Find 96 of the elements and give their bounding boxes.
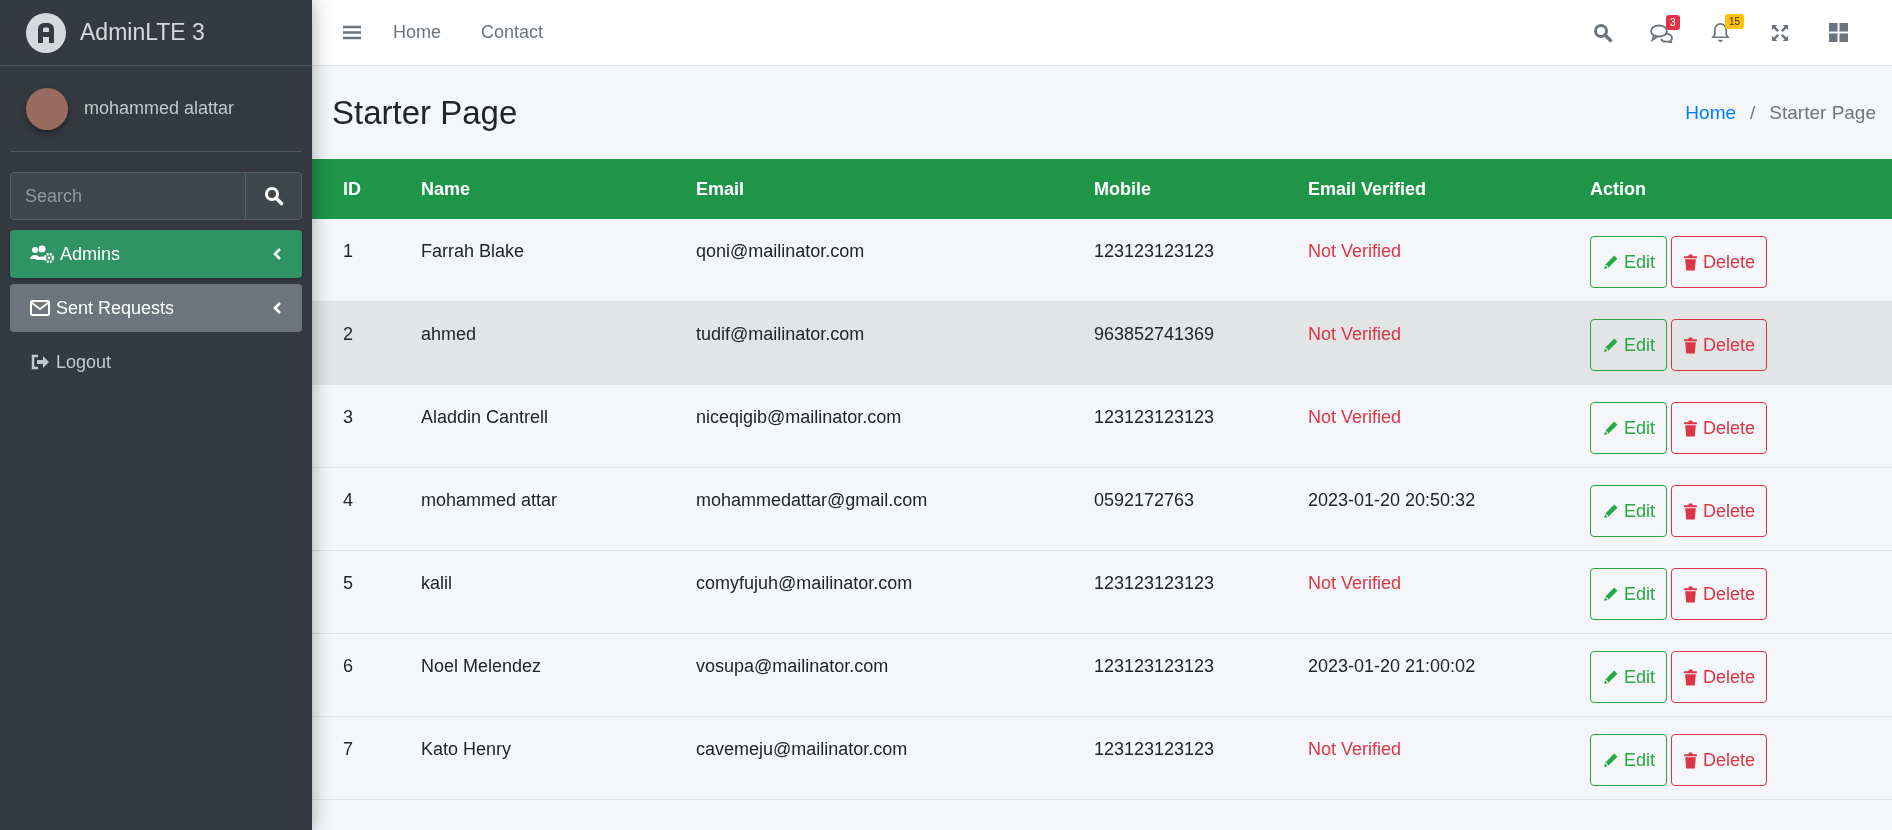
table-cell-text: mohammedattar@gmail.com bbox=[696, 489, 929, 511]
table-cell-text: 123123123123 bbox=[1094, 655, 1216, 677]
trash-icon bbox=[1683, 668, 1699, 686]
user-name[interactable]: mohammed alattar bbox=[84, 98, 235, 119]
table-cell-text: Farrah Blake bbox=[421, 240, 526, 262]
edit-button[interactable]: Edit bbox=[1590, 319, 1668, 371]
table-cell-text: 5 bbox=[343, 572, 354, 594]
table-cell-text: vosupa@mailinator.com bbox=[696, 655, 890, 677]
verification-status: 2023-01-20 20:50:32 bbox=[1308, 489, 1477, 511]
column-header: Action bbox=[1590, 178, 1647, 200]
table-cell-text: 963852741369 bbox=[1094, 323, 1216, 345]
count-badge: 15 bbox=[1725, 14, 1745, 29]
delete-button[interactable]: Delete bbox=[1671, 319, 1768, 371]
search-icon[interactable] bbox=[1592, 22, 1613, 43]
table-cell-text: Noel Melendez bbox=[421, 655, 543, 677]
breadcrumb-current: Starter Page bbox=[1769, 101, 1876, 124]
edit-button[interactable]: Edit bbox=[1590, 568, 1668, 620]
column-header: ID bbox=[343, 178, 362, 200]
table-cell-text: ahmed bbox=[421, 323, 478, 345]
pencil-icon bbox=[1602, 419, 1619, 437]
table-cell-text: 123123123123 bbox=[1094, 240, 1216, 262]
table-cell-text: Aladdin Cantrell bbox=[421, 406, 550, 428]
verification-status: Not Verified bbox=[1308, 240, 1403, 262]
table-cell-text: comyfujuh@mailinator.com bbox=[696, 572, 914, 594]
table-cell-text: 4 bbox=[343, 489, 354, 511]
pencil-icon bbox=[1602, 668, 1619, 686]
edit-button[interactable]: Edit bbox=[1590, 485, 1668, 537]
table-cell-text: 3 bbox=[343, 406, 354, 428]
table-cell-text: Kato Henry bbox=[421, 738, 513, 760]
nav-link[interactable]: Contact bbox=[481, 22, 544, 43]
avatar bbox=[26, 87, 68, 130]
nav-link[interactable]: Home bbox=[393, 22, 441, 43]
delete-button[interactable]: Delete bbox=[1671, 568, 1768, 620]
delete-button[interactable]: Delete bbox=[1671, 485, 1768, 537]
breadcrumb-separator: / bbox=[1750, 101, 1756, 124]
edit-button[interactable]: Edit bbox=[1590, 236, 1668, 288]
table-cell-text: tudif@mailinator.com bbox=[696, 323, 866, 345]
pencil-icon bbox=[1602, 253, 1619, 271]
search-field[interactable]: Search bbox=[10, 172, 302, 220]
envelope-icon bbox=[30, 300, 50, 316]
trash-icon bbox=[1683, 751, 1699, 769]
sign-out-icon bbox=[30, 354, 50, 370]
search-button[interactable] bbox=[245, 173, 301, 219]
table-cell-text: kalil bbox=[421, 572, 453, 594]
trash-icon bbox=[1683, 585, 1699, 603]
search-icon bbox=[263, 186, 284, 206]
sidebar-item[interactable]: Admins bbox=[10, 230, 302, 278]
trash-icon bbox=[1683, 336, 1699, 354]
table-cell-text: 0592172763 bbox=[1094, 489, 1196, 511]
table-cell-text: qoni@mailinator.com bbox=[696, 240, 866, 262]
count-badge: 3 bbox=[1666, 14, 1680, 30]
table-cell-text: cavemeju@mailinator.com bbox=[696, 738, 909, 760]
verification-status: Not Verified bbox=[1308, 572, 1403, 594]
pencil-icon bbox=[1602, 751, 1619, 769]
logo-icon bbox=[26, 12, 66, 53]
pencil-icon bbox=[1602, 585, 1619, 603]
delete-button[interactable]: Delete bbox=[1671, 734, 1768, 786]
table-cell-text: 7 bbox=[343, 738, 354, 760]
column-header: Email Verified bbox=[1308, 178, 1428, 200]
edit-button[interactable]: Edit bbox=[1590, 734, 1668, 786]
table-cell-text: 1 bbox=[343, 240, 354, 262]
table-cell-text: 2 bbox=[343, 323, 354, 345]
trash-icon bbox=[1683, 502, 1699, 520]
brand-title[interactable]: AdminLTE 3 bbox=[80, 19, 205, 46]
trash-icon bbox=[1683, 419, 1699, 437]
column-header: Email bbox=[696, 178, 746, 200]
verification-status: 2023-01-20 21:00:02 bbox=[1308, 655, 1477, 677]
table-cell-text: niceqigib@mailinator.com bbox=[696, 406, 903, 428]
table-cell-text: 6 bbox=[343, 655, 354, 677]
verification-status: Not Verified bbox=[1308, 738, 1403, 760]
pencil-icon bbox=[1602, 502, 1619, 520]
breadcrumb-link[interactable]: Home bbox=[1685, 101, 1737, 124]
sidebar-item[interactable]: Sent Requests bbox=[10, 284, 302, 332]
edit-button[interactable]: Edit bbox=[1590, 651, 1668, 703]
table-cell-text: 123123123123 bbox=[1094, 406, 1216, 428]
page-title: Starter Page bbox=[332, 93, 518, 132]
delete-button[interactable]: Delete bbox=[1671, 402, 1768, 454]
table-cell-text: 123123123123 bbox=[1094, 738, 1216, 760]
expand-icon[interactable] bbox=[1770, 23, 1789, 42]
sidebar-item[interactable]: Logout bbox=[10, 338, 302, 386]
search-input[interactable]: Search bbox=[11, 173, 245, 219]
menu-icon[interactable] bbox=[343, 25, 361, 40]
column-header: Mobile bbox=[1094, 178, 1152, 200]
table-cell-text: 123123123123 bbox=[1094, 572, 1216, 594]
users-gear-icon bbox=[30, 245, 54, 263]
verification-status: Not Verified bbox=[1308, 406, 1403, 428]
edit-button[interactable]: Edit bbox=[1590, 402, 1668, 454]
delete-button[interactable]: Delete bbox=[1671, 236, 1768, 288]
column-header: Name bbox=[421, 178, 472, 200]
verification-status: Not Verified bbox=[1308, 323, 1403, 345]
bell-icon[interactable] bbox=[1711, 22, 1730, 43]
pencil-icon bbox=[1602, 336, 1619, 354]
trash-icon bbox=[1683, 253, 1699, 271]
grid-icon[interactable] bbox=[1829, 23, 1848, 42]
delete-button[interactable]: Delete bbox=[1671, 651, 1768, 703]
table-cell-text: mohammed attar bbox=[421, 489, 559, 511]
